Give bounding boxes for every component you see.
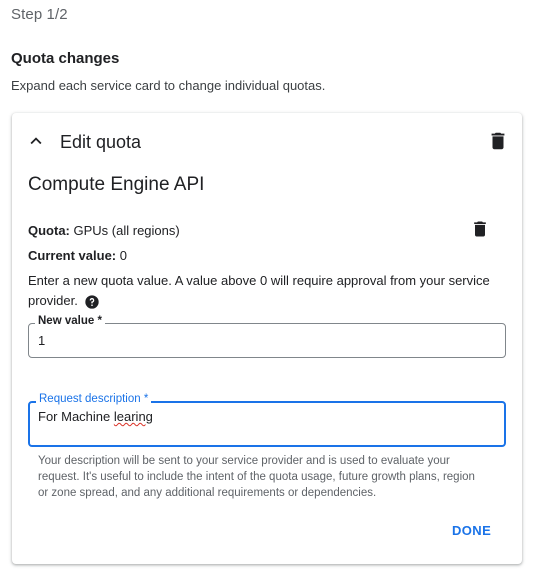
current-value: 0 [119, 248, 127, 263]
current-value-label: Current value: [28, 248, 117, 263]
service-name: Compute Engine API [28, 174, 205, 195]
done-button[interactable]: DONE [452, 523, 491, 538]
new-value-label: New value * [35, 315, 105, 327]
request-description-label: Request description * [36, 393, 152, 405]
quota-label: Quota: [28, 223, 70, 238]
current-value-line: Current value: 0 [28, 248, 127, 263]
card-header-title: Edit quota [60, 132, 142, 152]
trash-icon[interactable] [487, 130, 509, 152]
step-indicator: Step 1/2 [11, 6, 68, 23]
card-header[interactable]: Edit quota [12, 113, 522, 169]
chevron-up-icon[interactable] [25, 130, 47, 152]
section-description: Expand each service card to change indiv… [11, 78, 326, 93]
helper-text: Your description will be sent to your se… [38, 455, 475, 499]
section-title: Quota changes [11, 50, 120, 67]
instruction-text: Enter a new quota value. A value above 0… [28, 271, 498, 311]
help-icon[interactable] [84, 294, 100, 310]
misspelled-word: learing [113, 409, 153, 424]
request-description-input[interactable]: For Machine learing [38, 409, 478, 424]
quota-value: GPUs (all regions) [73, 223, 180, 238]
service-card: Edit quota Compute Engine API Quota: GPU… [12, 113, 522, 564]
quota-line: Quota: GPUs (all regions) [28, 223, 180, 238]
request-description-field[interactable]: Request description * For Machine learin… [28, 393, 506, 447]
new-value-field[interactable]: New value * 1 [28, 315, 506, 358]
delete-quota-trash-icon[interactable] [470, 219, 490, 239]
new-value-input[interactable]: 1 [38, 333, 478, 348]
description-text: For Machine [38, 409, 114, 424]
